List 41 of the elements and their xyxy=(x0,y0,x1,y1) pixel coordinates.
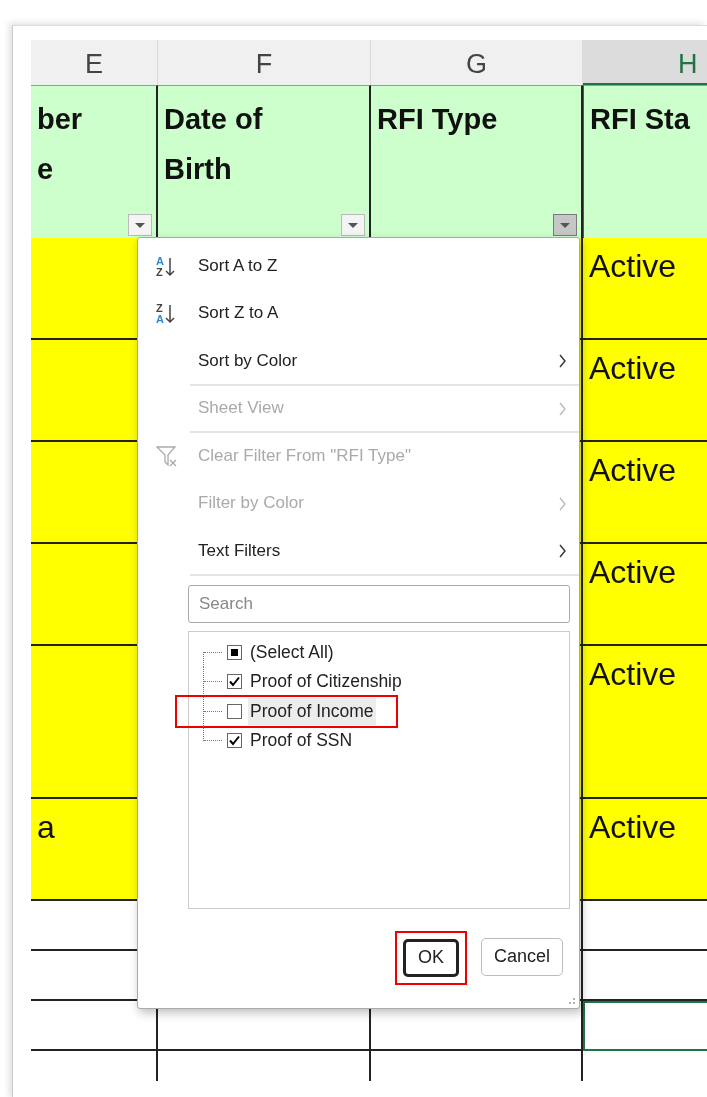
column-header[interactable]: E xyxy=(31,40,158,85)
column-header[interactable]: G xyxy=(371,40,583,85)
menu-item[interactable]: A Z Sort A to Z xyxy=(138,242,579,290)
caret-icon xyxy=(560,222,570,228)
checkbox-label[interactable]: Proof of Citizenship xyxy=(248,668,404,696)
table-cell: Active xyxy=(583,238,707,340)
search-field[interactable]: Search xyxy=(188,584,570,623)
ok-button[interactable]: OK xyxy=(402,938,459,977)
cancel-button[interactable]: Cancel xyxy=(480,937,563,976)
table-cell: Active xyxy=(583,340,707,442)
table-cell: Active xyxy=(583,799,707,901)
checkbox-label[interactable]: Proof of SSN xyxy=(248,727,355,755)
column-header[interactable]: F xyxy=(158,40,371,85)
checkbox-label[interactable]: Proof of Income xyxy=(248,697,376,725)
chevron-right-icon xyxy=(559,354,567,368)
filter-dropdown-button[interactable] xyxy=(553,214,577,236)
checkbox[interactable] xyxy=(227,703,242,719)
table-cell: Active xyxy=(583,442,707,544)
checkbox[interactable] xyxy=(227,733,242,749)
caret-icon xyxy=(135,222,145,228)
chevron-right-icon xyxy=(559,496,567,511)
caret-icon xyxy=(348,222,358,228)
chevron-right-icon xyxy=(559,401,567,416)
table-cell: Active xyxy=(583,646,707,799)
header-text: Date of Birth xyxy=(163,102,264,187)
header-text: RFI Type xyxy=(376,102,499,137)
filter-dropdown-button[interactable] xyxy=(341,214,365,236)
menu-item[interactable]: Sort by Color xyxy=(138,337,579,385)
filter-clear-icon xyxy=(156,444,178,467)
filter-dropdown-button[interactable] xyxy=(128,214,152,236)
resize-grip-icon xyxy=(566,997,576,1005)
header-text: RFI Sta xyxy=(589,102,691,137)
menu-item[interactable]: Z A Sort Z to A xyxy=(138,289,579,337)
checkbox-label[interactable]: (Select All) xyxy=(248,638,336,666)
column-header[interactable]: H xyxy=(583,40,707,85)
table-cell: Active xyxy=(583,544,707,646)
menu-item[interactable]: Text Filters xyxy=(138,527,579,575)
checkbox[interactable] xyxy=(227,674,242,690)
checkbox[interactable] xyxy=(227,644,242,660)
chevron-right-icon xyxy=(559,544,567,558)
header-text: ber e xyxy=(36,102,84,187)
